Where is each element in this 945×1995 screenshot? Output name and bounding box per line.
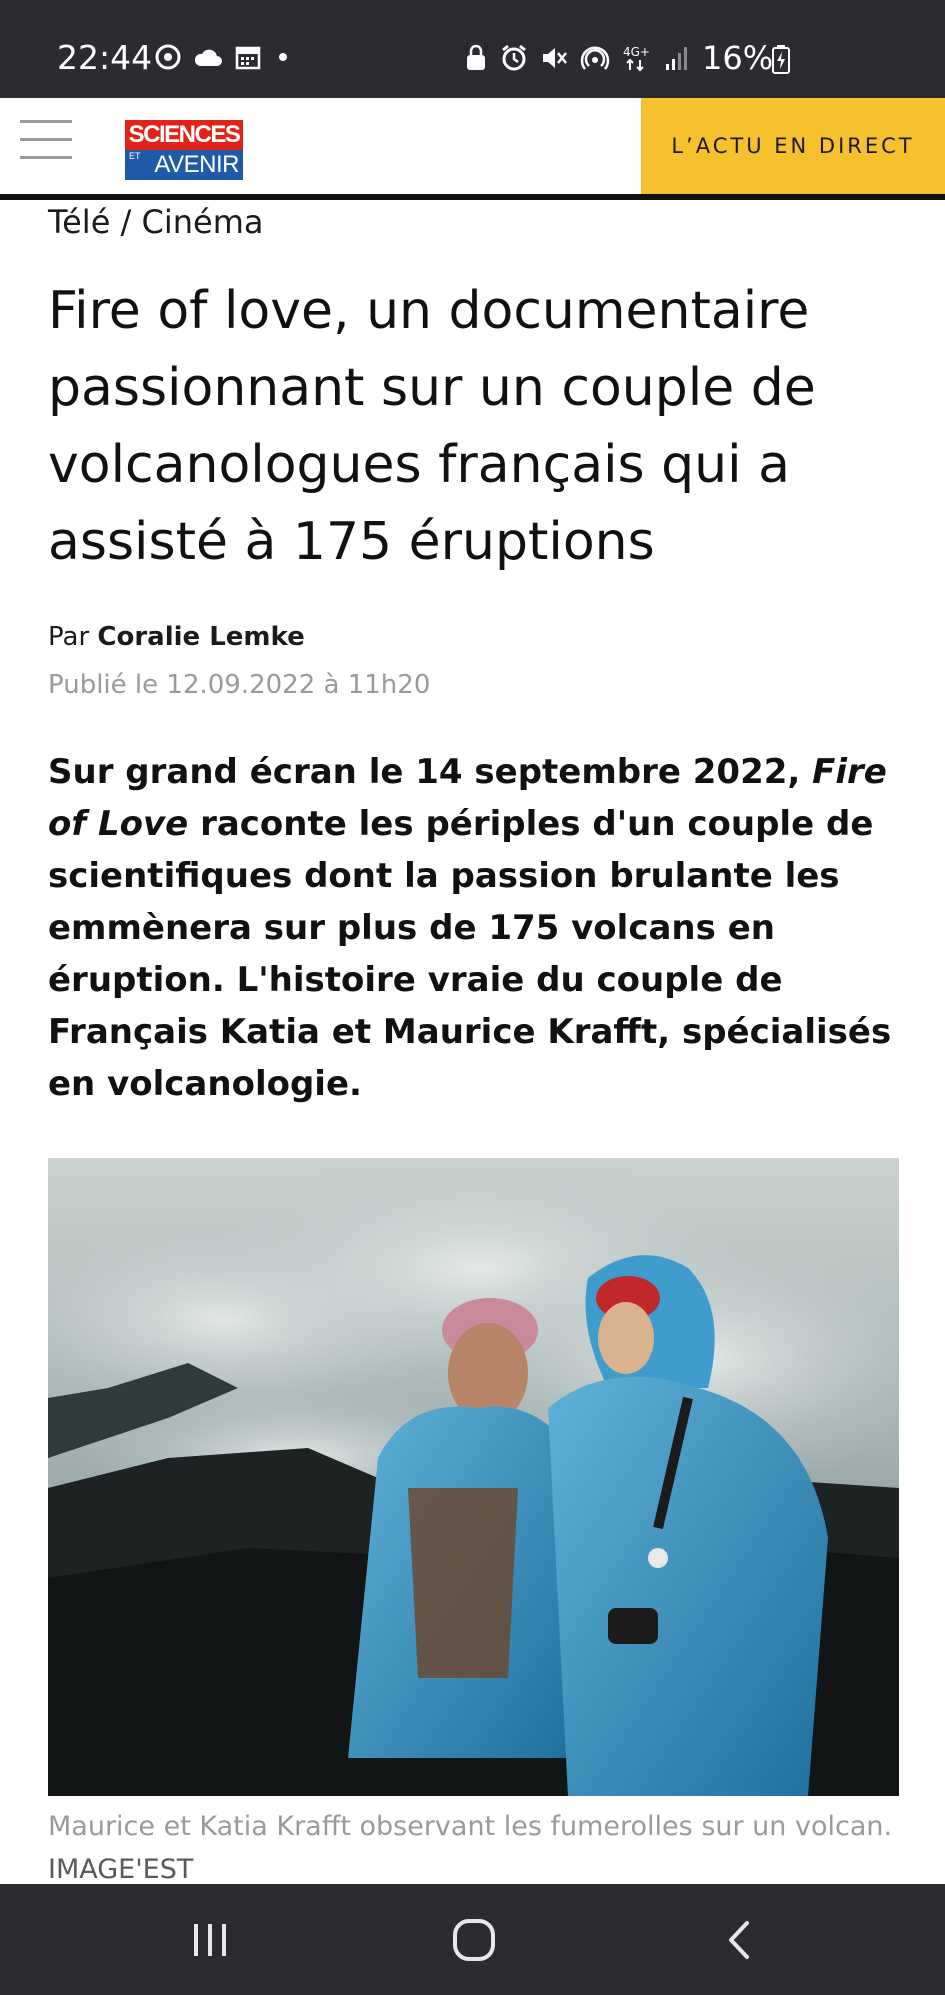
site-header: SCIENCES AVENIR ET L’ACTU EN DIRECT bbox=[0, 98, 945, 194]
lede-text-1: Sur grand écran le 14 septembre 2022, bbox=[48, 752, 813, 792]
chrome-icon bbox=[155, 44, 181, 70]
dot-icon bbox=[273, 44, 293, 70]
header-divider bbox=[0, 194, 945, 200]
article-lede: Sur grand écran le 14 septembre 2022, Fi… bbox=[48, 746, 908, 1110]
lede-text-2: raconte les périples d'un couple de scie… bbox=[48, 804, 892, 1104]
status-left-icons bbox=[155, 44, 293, 70]
status-bar: 22:44 4G+ 16% bbox=[0, 0, 945, 98]
svg-text:4G+: 4G+ bbox=[623, 45, 650, 59]
article-title: Fire of love, un documentaire passionnan… bbox=[48, 281, 816, 572]
lock-icon bbox=[464, 44, 488, 72]
status-right-icons: 4G+ bbox=[464, 44, 690, 72]
logo-et-text: ET bbox=[129, 151, 141, 161]
4g-icon: 4G+ bbox=[622, 44, 652, 72]
live-news-button[interactable]: L’ACTU EN DIRECT bbox=[641, 98, 945, 194]
article-image[interactable] bbox=[48, 1158, 899, 1796]
calendar-icon bbox=[235, 44, 261, 70]
battery-icon bbox=[772, 44, 790, 74]
hotspot-icon bbox=[580, 44, 610, 72]
breadcrumb[interactable]: Télé / Cinéma bbox=[48, 202, 263, 242]
signal-icon bbox=[664, 44, 690, 72]
mute-icon bbox=[540, 44, 568, 72]
status-time: 22:44 bbox=[57, 38, 153, 77]
logo-bottom-text: AVENIR bbox=[125, 150, 243, 180]
author-link[interactable]: Coralie Lemke bbox=[97, 622, 304, 652]
alarm-icon bbox=[500, 44, 528, 72]
back-icon[interactable] bbox=[709, 1910, 769, 1970]
publish-date: Publié le 12.09.2022 à 11h20 bbox=[48, 670, 431, 700]
cloud-icon bbox=[193, 46, 223, 68]
hamburger-menu-icon[interactable] bbox=[20, 118, 72, 162]
sciences-avenir-logo[interactable]: SCIENCES AVENIR ET bbox=[125, 120, 243, 180]
image-caption: Maurice et Katia Krafft observant les fu… bbox=[48, 1811, 893, 1842]
system-nav-bar bbox=[0, 1884, 945, 1995]
byline-prefix: Par bbox=[48, 622, 90, 652]
home-icon[interactable] bbox=[444, 1910, 504, 1970]
byline: Par Coralie Lemke bbox=[48, 620, 305, 654]
battery-percent: 16% bbox=[702, 39, 774, 77]
logo-top-text: SCIENCES bbox=[125, 120, 243, 150]
recents-icon[interactable] bbox=[180, 1910, 240, 1970]
